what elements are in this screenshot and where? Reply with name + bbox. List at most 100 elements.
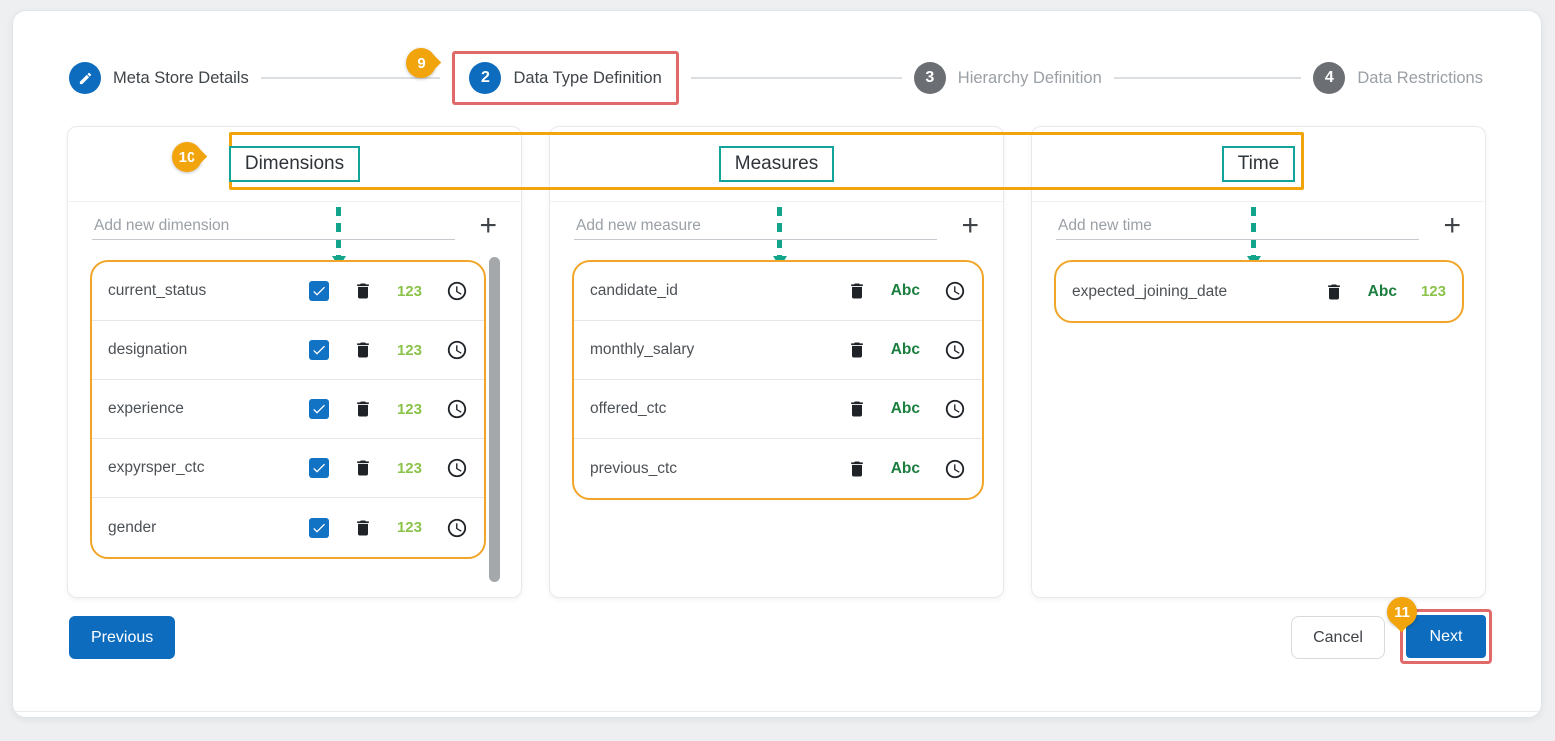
step-4-circle: 4 [1313,62,1345,94]
type-label[interactable]: Abc [1368,283,1397,301]
clock-icon[interactable] [446,517,468,539]
list-item: offered_ctc Abc [574,380,982,439]
stepper: Meta Store Details 9 2 Data Type Definit… [69,51,1483,105]
check-icon [311,342,327,358]
previous-button[interactable]: Previous [69,616,175,659]
trash-icon[interactable] [847,459,867,479]
clock-icon[interactable] [944,458,966,480]
add-measure-input[interactable] [574,213,937,240]
clock-icon[interactable] [446,457,468,479]
add-measure-button[interactable]: + [957,214,983,240]
time-list: expected_joining_date Abc 123 [1054,260,1464,323]
list-item: monthly_salary Abc [574,321,982,380]
trash-icon[interactable] [353,281,373,301]
type-label[interactable]: Abc [891,282,920,300]
time-header: Time [1032,127,1485,202]
list-item: candidate_id Abc [574,262,982,321]
step-2-label[interactable]: Data Type Definition [513,69,661,88]
field-name: monthly_salary [590,341,847,359]
step-data-restrictions[interactable]: 4 Data Restrictions [1313,62,1483,94]
cancel-button[interactable]: Cancel [1291,616,1385,659]
row-controls: Abc [847,398,966,420]
list-item: expected_joining_date Abc 123 [1056,262,1462,321]
trash-icon[interactable] [847,399,867,419]
row-controls: 123 [309,457,468,479]
stepper-connector [1114,77,1302,79]
clock-icon[interactable] [446,398,468,420]
trash-icon[interactable] [847,340,867,360]
stepper-connector [261,77,441,79]
step-2-highlight: 9 2 Data Type Definition [452,51,678,105]
list-item: gender 123 [92,498,484,557]
clock-icon[interactable] [944,398,966,420]
wizard-card: Meta Store Details 9 2 Data Type Definit… [12,10,1542,718]
add-measure-row: + [574,213,983,240]
trash-icon[interactable] [1324,282,1344,302]
type-label[interactable]: Abc [891,460,920,478]
annotation-badge-9: 9 [406,48,436,78]
row-checkbox[interactable] [309,281,329,301]
step-meta-store-details[interactable]: Meta Store Details [69,62,249,94]
row-controls: 123 [309,339,468,361]
add-dimension-input[interactable] [92,213,455,240]
type-label[interactable]: 123 [397,401,422,418]
row-checkbox[interactable] [309,399,329,419]
row-checkbox[interactable] [309,340,329,360]
add-time-button[interactable]: + [1439,214,1465,240]
step-1-label: Meta Store Details [113,69,249,88]
row-checkbox[interactable] [309,458,329,478]
trash-icon[interactable] [353,399,373,419]
check-icon [311,283,327,299]
row-controls: 123 [309,398,468,420]
type-label[interactable]: Abc [891,400,920,418]
next-button[interactable]: Next [1406,615,1486,658]
add-time-input[interactable] [1056,213,1419,240]
row-controls: 123 [309,280,468,302]
list-item: designation 123 [92,321,484,380]
trash-icon[interactable] [353,458,373,478]
secondary-type-label[interactable]: 123 [1421,283,1446,300]
add-time-row: + [1056,213,1465,240]
check-icon [311,401,327,417]
add-dimension-button[interactable]: + [475,214,501,240]
dimensions-panel: Dimensions + current_status 123 designa [67,126,522,598]
field-name: offered_ctc [590,400,847,418]
row-controls: Abc [847,280,966,302]
type-label[interactable]: 123 [397,460,422,477]
step-4-label: Data Restrictions [1357,69,1483,88]
stepper-connector [691,77,902,79]
trash-icon[interactable] [353,340,373,360]
row-checkbox[interactable] [309,518,329,538]
clock-icon[interactable] [944,339,966,361]
field-name: designation [108,341,309,359]
trash-icon[interactable] [353,518,373,538]
field-name: expected_joining_date [1072,283,1324,301]
step-1-circle [69,62,101,94]
step-2-circle: 2 [469,62,501,94]
trash-icon[interactable] [847,281,867,301]
row-controls: Abc [847,339,966,361]
list-item: expyrsper_ctc 123 [92,439,484,498]
field-name: experience [108,400,309,418]
dimensions-title: Dimensions [229,146,360,182]
check-icon [311,520,327,536]
type-label[interactable]: Abc [891,341,920,359]
step-3-label: Hierarchy Definition [958,69,1102,88]
clock-icon[interactable] [446,339,468,361]
row-controls: 123 [309,517,468,539]
measures-title: Measures [719,146,834,182]
measures-panel: Measures + candidate_id Abc monthly_sala… [549,126,1004,598]
annotation-badge-10: 10 [172,142,202,172]
step-hierarchy-definition[interactable]: 3 Hierarchy Definition [914,62,1102,94]
type-label[interactable]: 123 [397,519,422,536]
type-label[interactable]: 123 [397,342,422,359]
clock-icon[interactable] [446,280,468,302]
pencil-icon [78,71,93,86]
dimensions-scrollbar[interactable] [489,257,500,582]
field-name: gender [108,519,309,537]
field-name: previous_ctc [590,460,847,478]
annotation-badge-11: 11 [1387,597,1417,627]
field-name: candidate_id [590,282,847,300]
type-label[interactable]: 123 [397,283,422,300]
clock-icon[interactable] [944,280,966,302]
